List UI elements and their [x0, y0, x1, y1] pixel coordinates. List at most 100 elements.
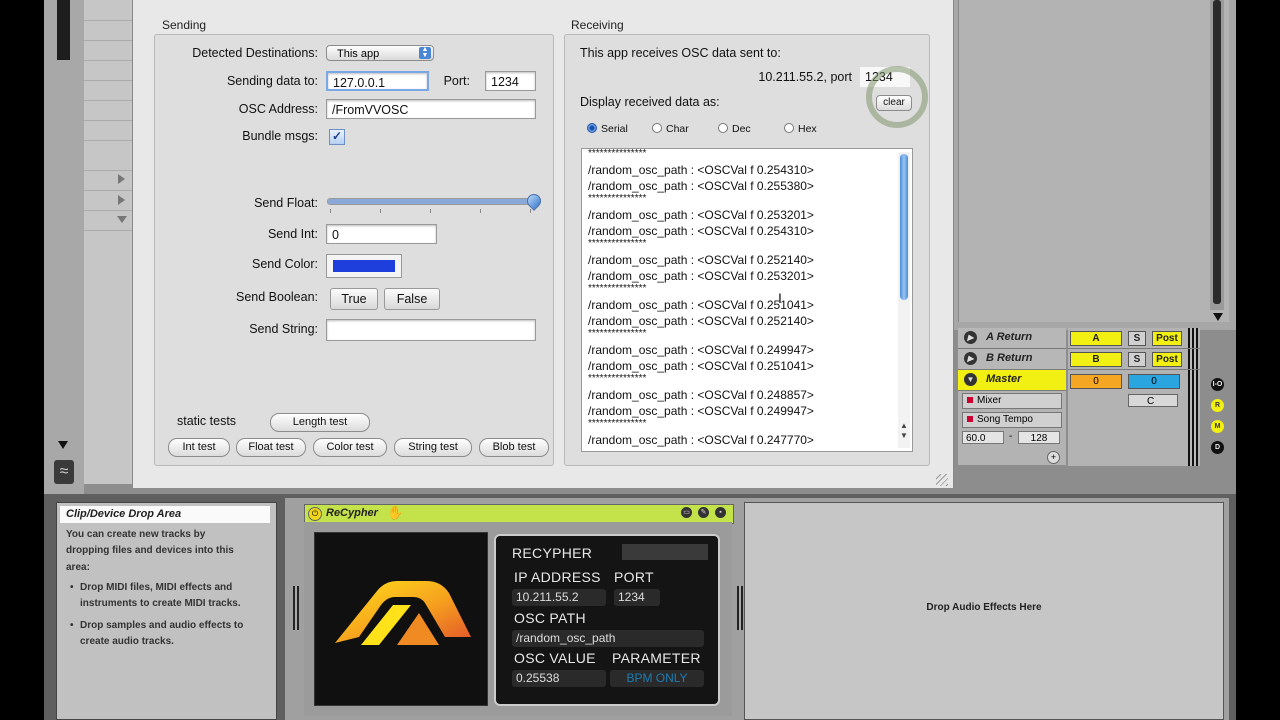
master-send-b[interactable]: 0	[1128, 374, 1180, 389]
io-toggle-icon[interactable]: I-O	[1211, 378, 1224, 391]
delay-toggle-icon[interactable]: D	[1211, 441, 1224, 454]
float-test-button[interactable]: Float test	[236, 438, 306, 457]
osc-address-input[interactable]: /FromVVOSC	[326, 99, 536, 119]
add-icon[interactable]: +	[1047, 451, 1060, 464]
send-float-fill	[328, 199, 536, 204]
send-int-input[interactable]: 0	[326, 224, 437, 244]
recypher-logo	[314, 532, 488, 706]
log-entry: /random_osc_path : <OSCVal f 0.248857>	[588, 388, 814, 402]
tempo-dash: -	[1009, 431, 1013, 442]
session-scrollbar[interactable]	[1210, 0, 1224, 310]
device-grip-icon[interactable]	[293, 586, 299, 630]
tempo-max-field[interactable]: 128	[1018, 431, 1060, 444]
sending-to-input[interactable]: 127.0.0.1	[326, 71, 429, 91]
length-test-button[interactable]: Length test	[270, 413, 370, 432]
osc-path-value[interactable]: /random_osc_path	[512, 630, 704, 647]
scroll-down-icon[interactable]	[1213, 313, 1223, 321]
receive-address-text: 10.211.55.2, port	[758, 70, 852, 84]
parameter-select[interactable]: BPM ONLY	[610, 670, 704, 687]
arrangement-scrollbar[interactable]	[57, 0, 70, 60]
radio-dec[interactable]: Dec	[718, 123, 751, 135]
blob-test-button[interactable]: Blob test	[479, 438, 549, 457]
info-bullet: create audio tracks.	[80, 636, 174, 647]
meter-icon	[1188, 328, 1198, 348]
info-line: area:	[66, 562, 90, 573]
port-value[interactable]: 1234	[614, 589, 660, 606]
color-swatch	[333, 260, 395, 272]
port-label: PORT	[614, 569, 654, 585]
device-header[interactable]: ⏻ ReCypher ✋ ▭ ✎ ▪	[304, 504, 734, 524]
post-button[interactable]: Post	[1152, 352, 1182, 367]
send-boolean-label: Send Boolean:	[235, 290, 318, 304]
send-color-well[interactable]	[326, 254, 402, 278]
color-test-button[interactable]: Color test	[313, 438, 387, 457]
osc-value-display: 0.25538	[512, 670, 606, 687]
b-return-track[interactable]: ▶ B Return	[958, 349, 1066, 370]
info-bullet: Drop samples and audio effects to	[80, 620, 244, 631]
resize-grip-icon[interactable]	[936, 474, 948, 486]
ip-address-value[interactable]: 10.211.55.2	[512, 589, 606, 606]
solo-button[interactable]: S	[1128, 352, 1146, 367]
log-scroll-thumb[interactable]	[900, 154, 908, 300]
song-tempo-select[interactable]: Song Tempo	[962, 412, 1062, 428]
track-expand-icon[interactable]	[118, 195, 125, 205]
recypher-panel: RECYPHER IP ADDRESS PORT 10.211.55.2 123…	[494, 534, 720, 706]
received-log[interactable]: *************** /random_osc_path : <OSCVa…	[581, 148, 913, 452]
tempo-min-field[interactable]: 60.0	[962, 431, 1004, 444]
master-track[interactable]: ▼ Master	[958, 370, 1066, 391]
radio-serial[interactable]: Serial	[587, 123, 628, 135]
false-button[interactable]: False	[384, 288, 440, 310]
ip-address-label: IP ADDRESS	[514, 569, 601, 585]
radio-char[interactable]: Char	[652, 123, 689, 135]
scroll-down-icon[interactable]	[58, 441, 68, 449]
log-scrollbar[interactable]	[898, 152, 910, 448]
int-test-button[interactable]: Int test	[168, 438, 230, 457]
save-icon[interactable]: ▪	[715, 507, 726, 518]
a-send-button[interactable]: A	[1070, 331, 1122, 346]
mixer-select[interactable]: Mixer	[962, 393, 1062, 409]
port-input[interactable]: 1234	[485, 71, 536, 91]
slider-tick	[530, 209, 531, 213]
a-return-track[interactable]: ▶ A Return	[958, 328, 1066, 349]
true-button[interactable]: True	[330, 288, 378, 310]
edit-icon[interactable]: ✎	[698, 507, 709, 518]
device-grip-icon[interactable]	[737, 586, 743, 630]
log-separator: ***************	[588, 328, 647, 339]
bundle-label: Bundle msgs:	[242, 129, 318, 143]
bundle-checkbox[interactable]: ✓	[329, 129, 345, 145]
track-collapse-icon[interactable]	[117, 216, 127, 223]
info-bullet: instruments to create MIDI tracks.	[80, 598, 241, 609]
return-toggle-icon[interactable]: R	[1211, 399, 1224, 412]
wave-icon[interactable]: ≈	[54, 460, 74, 484]
crossfade-button[interactable]: C	[1128, 394, 1178, 407]
log-separator: ***************	[588, 373, 647, 384]
string-test-button[interactable]: String test	[394, 438, 472, 457]
mixer-toggle-icon[interactable]: M	[1211, 420, 1224, 433]
red-indicator-icon	[967, 397, 973, 403]
power-icon[interactable]: ⏻	[308, 507, 322, 521]
play-icon[interactable]: ▶	[964, 352, 977, 365]
send-float-slider[interactable]	[327, 198, 537, 205]
radio-hex[interactable]: Hex	[784, 123, 817, 135]
meter-icon	[1188, 370, 1198, 466]
log-entry: /random_osc_path : <OSCVal f 0.254310>	[588, 163, 814, 177]
expand-icon[interactable]: ▼	[964, 373, 977, 386]
device-name: ReCypher	[326, 507, 378, 519]
static-tests-label: static tests	[177, 414, 237, 428]
detected-destinations-select[interactable]: This app ▲ ▼	[326, 45, 434, 61]
send-string-input[interactable]	[326, 319, 536, 341]
b-send-button[interactable]: B	[1070, 352, 1122, 367]
post-button[interactable]: Post	[1152, 331, 1182, 346]
solo-button[interactable]: S	[1128, 331, 1146, 346]
meter-icon	[1188, 349, 1198, 369]
play-icon[interactable]: ▶	[964, 331, 977, 344]
log-entry: /random_osc_path : <OSCVal f 0.251041>	[588, 298, 814, 312]
fold-icon[interactable]: ▭	[681, 507, 692, 518]
left-track-column	[44, 0, 84, 494]
scroll-arrows-icon[interactable]: ▲ ▼	[900, 421, 908, 441]
track-expand-icon[interactable]	[118, 174, 125, 184]
drop-audio-effects-text: Drop Audio Effects Here	[926, 602, 1042, 613]
send-string-label: Send String:	[249, 322, 318, 336]
master-send-a[interactable]: 0	[1070, 374, 1122, 389]
send-color-label: Send Color:	[251, 257, 318, 271]
